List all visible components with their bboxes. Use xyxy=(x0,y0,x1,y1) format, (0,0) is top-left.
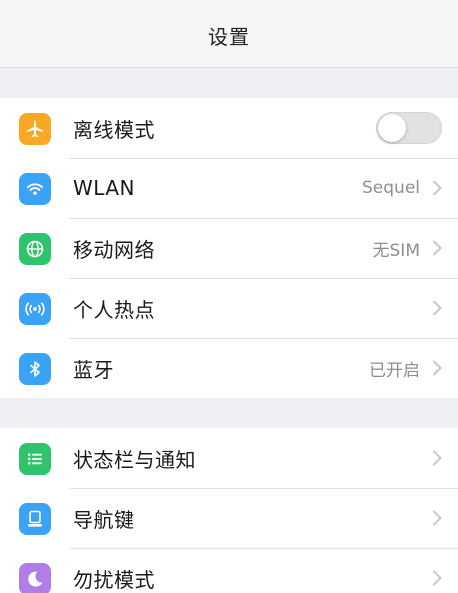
toggle-knob xyxy=(378,114,406,142)
mobile-network-label: 移动网络 xyxy=(73,237,155,262)
navigation-keys-row[interactable]: 导航键 xyxy=(0,488,458,548)
navigation-keys-label: 导航键 xyxy=(73,507,135,532)
airplane-mode-label: 离线模式 xyxy=(73,117,155,142)
mobile-network-row[interactable]: 移动网络 无SIM xyxy=(0,218,458,278)
do-not-disturb-label: 勿扰模式 xyxy=(73,567,155,592)
chevron-right-icon xyxy=(433,450,442,466)
chevron-right-icon xyxy=(433,360,442,376)
status-bar-notifications-row[interactable]: 状态栏与通知 xyxy=(0,428,458,488)
list-icon xyxy=(19,443,51,475)
wifi-icon xyxy=(19,173,51,205)
bluetooth-icon xyxy=(19,353,51,385)
chevron-right-icon xyxy=(433,300,442,316)
bluetooth-value: 已开启 xyxy=(369,360,420,381)
hotspot-row[interactable]: 个人热点 xyxy=(0,278,458,338)
mobile-network-value: 无SIM xyxy=(372,240,420,261)
status-bar-notifications-label: 状态栏与通知 xyxy=(73,447,196,472)
wlan-row[interactable]: WLAN Sequel xyxy=(0,158,458,218)
page-title: 设置 xyxy=(208,25,250,49)
wlan-value: Sequel xyxy=(362,178,420,198)
settings-group-connectivity: 离线模式 WLAN Sequel 移动网络 无SIM 个人热点 蓝牙 已开启 xyxy=(0,98,458,398)
settings-group-display: 状态栏与通知 导航键 勿扰模式 xyxy=(0,428,458,593)
hotspot-icon xyxy=(19,293,51,325)
wlan-label: WLAN xyxy=(73,176,136,200)
hotspot-label: 个人热点 xyxy=(73,297,155,322)
do-not-disturb-row[interactable]: 勿扰模式 xyxy=(0,548,458,593)
chevron-right-icon xyxy=(433,570,442,586)
airplane-icon xyxy=(19,113,51,145)
chevron-right-icon xyxy=(433,510,442,526)
chevron-right-icon xyxy=(433,240,442,256)
airplane-mode-row[interactable]: 离线模式 xyxy=(0,98,458,158)
bluetooth-label: 蓝牙 xyxy=(73,357,114,382)
navigation-key-icon xyxy=(19,503,51,535)
settings-screen: 设置 离线模式 WLAN Sequel 移动网络 无SIM 个人热点 蓝牙 已开… xyxy=(0,0,458,593)
chevron-right-icon xyxy=(433,180,442,196)
globe-icon xyxy=(19,233,51,265)
moon-icon xyxy=(19,563,51,593)
bluetooth-row[interactable]: 蓝牙 已开启 xyxy=(0,338,458,398)
airplane-mode-toggle[interactable] xyxy=(376,112,442,144)
navigation-bar: 设置 xyxy=(0,0,458,68)
